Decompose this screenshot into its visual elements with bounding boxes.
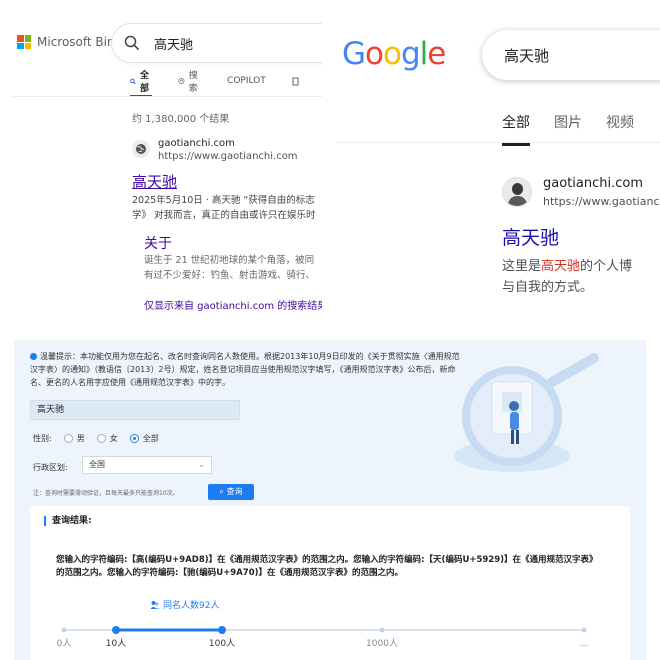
query-button-label: 查询 [226,487,243,496]
radio-female[interactable] [96,434,106,443]
sublink-snippet-line: 诞生于 21 世纪初地球的某个角落，被同 [144,255,315,266]
scale-dot-0 [61,627,67,633]
google-logo-letter: e [427,36,446,72]
result-snippet: 2025年5月10日 · 高天驰 “获得自由的标志 学》 对我而言，真正的自由或… [132,193,322,223]
search-icon [130,78,136,84]
result-url[interactable]: https://www.gaotianchi.com [543,195,660,208]
bing-tab-copilot[interactable]: COPILOT [227,73,266,89]
snippet-text: 这里是 [502,259,542,274]
result-title-link[interactable]: 高天驰 [502,223,559,250]
chevron-down-icon: ⌄ [198,460,205,469]
google-tab-videos[interactable]: 视频 [606,112,634,132]
divider [336,142,660,143]
google-logo-letter: g [400,36,421,72]
result-title-link[interactable]: 高天驰 [132,171,177,192]
scale-dot-10 [112,626,120,634]
scale-dot-more [581,627,587,633]
result-heading: 查询结果: [44,516,92,526]
tip-text: 温馨提示：本功能仅用为您在起名、改名时查询同名人数使用。根据2013年10月9日… [30,352,460,387]
radio-label: 全部 [142,434,159,443]
region-label: 行政区划: [33,463,68,472]
query-note: 注：查询时需要滑动验证，且每天最多只能查询10次。 [33,490,179,497]
google-logo-letter: o [365,36,384,72]
snippet-text: 的个人博 [580,259,633,274]
result-domain: gaotianchi.com [543,176,643,191]
result-text: 您输入的字符编码:【高(编码U+9AD8)】在《通用规范汉字表》的范围之内。您输… [56,555,598,578]
search-icon[interactable] [124,35,140,51]
name-query-panel: 温馨提示：本功能仅用为您在起名、改名时查询同名人数使用。根据2013年10月9日… [14,340,646,660]
result-snippet: 这里是高天驰的个人博 与自我的方式。 [502,256,632,298]
bing-tab-label: 全部 [140,71,150,94]
bing-tab-all[interactable]: 全部 [130,71,153,97]
divider [12,96,322,97]
scale-label: 1000人 [366,638,398,649]
tip-notice: 温馨提示：本功能仅用为您在起名、改名时查询同名人数使用。根据2013年10月9日… [30,350,460,389]
region-value: 全国 [89,460,105,469]
bing-brand-text: Microsoft Bing [37,35,123,49]
google-logo-letter: G [342,36,366,72]
scale-label: 10人 [106,638,126,649]
search-icon: ⌕ [219,487,224,496]
bing-logo[interactable]: Microsoft Bing [17,35,122,49]
gender-selector: 性别: 男 女 全部 [33,433,159,444]
radio-male[interactable] [63,434,73,443]
bing-tab-search[interactable]: 搜索 [178,71,201,94]
sublink-about[interactable]: 关于 [144,233,172,253]
magnifier-illustration [454,353,599,472]
more-tab-icon [292,77,299,85]
result-snippet-line: 2025年5月10日 · 高天驰 “获得自由的标志 [132,195,315,206]
snippet-highlight: 高天驰 [541,259,581,274]
result-domain: gaotianchi.com [158,138,235,149]
scale-label: … [580,639,589,649]
site-only-link[interactable]: 仅显示来自 gaotianchi.com 的搜索结果 [144,297,322,312]
same-name-count: 同名人数92人 [150,598,219,611]
gender-label: 性别: [33,434,52,443]
bing-search-box[interactable]: 高天驰 [112,24,322,62]
result-snippet-line: 与自我的方式。 [502,280,594,295]
scale-label: 0人 [57,638,72,649]
google-tabs: 全部 图片 视频 [502,112,658,146]
google-tab-all[interactable]: 全部 [502,112,530,146]
bing-tab-more[interactable] [292,73,300,89]
bing-tab-label: 搜索 [188,71,198,94]
microsoft-logo-icon [17,35,31,49]
result-count: 约 1,380,000 个结果 [132,114,230,125]
result-snippet-line: 这里是高天驰的个人博 [502,256,632,277]
sublink-snippet: 诞生于 21 世纪初地球的某个角落，被同 有过不少爱好：钓鱼、射击游戏、骑行、 [144,253,322,283]
globe-icon [132,140,150,158]
people-icon [150,600,160,609]
google-tab-images[interactable]: 图片 [554,112,582,132]
result-snippet-line: 学》 对我而言，真正的自由或许只在娱乐时 [132,210,316,221]
radio-all[interactable] [129,434,139,443]
google-logo-letter: o [383,36,402,72]
bing-tab-label: COPILOT [227,76,266,86]
scale-label: 100人 [209,638,235,649]
google-logo[interactable]: Google [342,36,446,72]
site-avatar [502,177,532,207]
name-count-scale: 0人 10人 100人 1000人 … [57,626,589,649]
name-input[interactable]: 高天驰 [30,400,240,420]
bing-tabs: 全部 搜索 COPILOT [130,71,322,97]
scale-dot-100 [218,626,226,634]
query-button[interactable]: ⌕ 查询 [208,484,254,500]
info-icon [30,353,37,360]
result-url[interactable]: https://www.gaotianchi.com [158,151,298,162]
sublink-snippet-line: 有过不少爱好：钓鱼、射击游戏、骑行、 [144,270,316,281]
copilot-chat-icon [178,77,185,85]
google-search-box[interactable]: 高天驰 [482,30,660,80]
bing-search-query[interactable]: 高天驰 [154,34,193,53]
bing-search-panel: Microsoft Bing 高天驰 全部 搜索 COPILOT 约 1,380… [0,0,322,330]
radio-label: 男 [76,434,85,443]
region-select[interactable]: 全国 ⌄ [82,456,212,474]
same-name-count-text: 同名人数92人 [163,601,220,611]
scale-dot-1000 [379,627,385,633]
radio-label: 女 [109,434,118,443]
google-search-panel: Google 高天驰 全部 图片 视频 gaotianchi.com https… [336,0,660,330]
google-search-query[interactable]: 高天驰 [504,45,549,66]
